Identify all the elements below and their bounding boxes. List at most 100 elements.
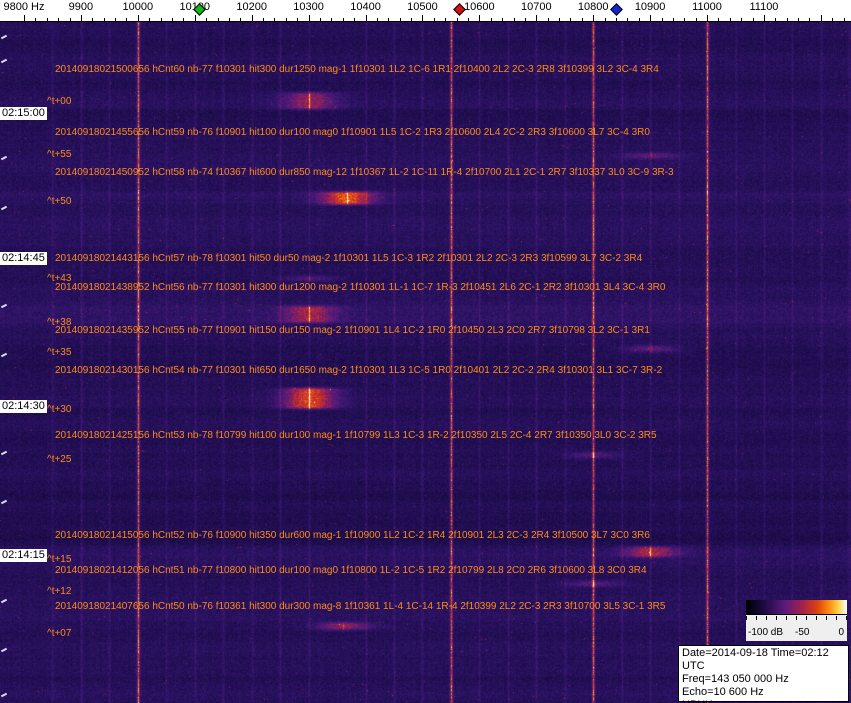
freq-tick: [138, 15, 139, 21]
freq-tick: [252, 15, 253, 21]
freq-tick: [627, 18, 628, 21]
freq-tick: [411, 18, 412, 21]
second-marker-13: ^t+30: [47, 404, 72, 415]
freq-tick: [422, 15, 423, 21]
info-frequency: Freq=143 050 000 Hz: [682, 673, 789, 685]
detection-record-18: 20140918021412056 hCnt51 nb-77 f10800 hi…: [55, 565, 647, 576]
color-scale-gradient: [746, 600, 847, 615]
freq-tick: [183, 18, 184, 21]
freq-label-10500: 10500: [407, 1, 438, 13]
freq-tick: [479, 15, 480, 21]
freq-tick: [161, 18, 162, 21]
freq-tick: [240, 18, 241, 21]
freq-tick: [172, 18, 173, 21]
frequency-axis: 9800 Hz990010000101001020010300104001050…: [0, 0, 851, 22]
legend-label-max: 0: [838, 627, 844, 638]
freq-tick: [229, 18, 230, 21]
freq-tick: [798, 18, 799, 21]
info-box: Date=2014-09-18 Time=02:12 UTC Freq=143 …: [678, 645, 849, 703]
freq-tick: [753, 18, 754, 21]
detection-record-14: 20140918021425156 hCnt53 nb-78 f10799 hi…: [55, 430, 657, 441]
freq-tick: [605, 18, 606, 21]
freq-tick: [320, 18, 321, 21]
freq-tick: [707, 15, 708, 21]
freq-label-10700: 10700: [520, 1, 552, 13]
freq-tick: [570, 18, 571, 21]
freq-tick: [331, 18, 332, 21]
detection-record-2: 20140918021455656 hCnt59 nb-76 f10901 hi…: [55, 127, 650, 138]
freq-tick: [741, 18, 742, 21]
time-label: 02:14:45: [0, 252, 47, 265]
freq-tick: [24, 15, 25, 21]
second-marker-21: ^t+07: [47, 628, 72, 639]
freq-label-10200: 10200: [236, 1, 267, 13]
freq-tick: [650, 15, 651, 21]
detection-record-0: 20140918021500656 hCnt60 nb-77 f10301 hi…: [55, 64, 659, 75]
freq-tick: [92, 18, 93, 21]
freq-tick: [525, 18, 526, 21]
freq-tick: [35, 18, 36, 21]
freq-label-11000: 11000: [692, 1, 722, 13]
color-scale-legend: -100 dB -50 0: [746, 600, 847, 641]
freq-tick: [81, 15, 82, 21]
freq-tick: [662, 18, 663, 21]
freq-tick: [377, 18, 378, 21]
freq-label-10400: 10400: [350, 1, 381, 13]
freq-tick: [400, 18, 401, 21]
freq-tick: [673, 18, 674, 21]
freq-tick: [616, 18, 617, 21]
detection-record-6: 20140918021443156 hCnt57 nb-78 f10301 hi…: [55, 253, 643, 264]
info-date-time: Date=2014-09-18 Time=02:12 UTC: [682, 647, 829, 672]
freq-tick: [206, 18, 207, 21]
freq-label-10000: 10000: [122, 1, 154, 13]
freq-tick: [126, 18, 127, 21]
freq-tick: [684, 18, 685, 21]
color-scale-ticks: [746, 616, 847, 620]
freq-tick: [354, 18, 355, 21]
freq-label-11100: 11100: [749, 1, 779, 13]
second-marker-19: ^t+12: [47, 586, 72, 597]
detection-record-10: 20140918021435952 hCnt55 nb-77 f10901 hi…: [55, 325, 650, 336]
legend-label-min: -100 dB: [748, 627, 784, 638]
freq-tick: [593, 15, 594, 21]
freq-tick: [809, 18, 810, 21]
freq-label-9900: 9900: [68, 1, 94, 13]
info-echo: Echo=10 600 Hz: [682, 686, 764, 698]
freq-tick: [764, 15, 765, 21]
detection-record-16: 20140918021415056 hCnt52 nb-76 f10900 hi…: [55, 530, 650, 541]
freq-tick: [548, 18, 549, 21]
freq-tick: [445, 18, 446, 21]
freq-tick: [536, 15, 537, 21]
freq-tick: [263, 18, 264, 21]
freq-tick: [718, 18, 719, 21]
meteor-echo-spectrogram-app: 9800 Hz990010000101001020010300104001050…: [0, 0, 851, 703]
legend-label-mid: -50: [795, 627, 810, 638]
second-marker-3: ^t+55: [47, 149, 72, 160]
freq-tick: [821, 15, 822, 21]
freq-label-10900: 10900: [634, 1, 666, 13]
time-label: 02:14:30: [0, 400, 47, 413]
freq-tick: [832, 18, 833, 21]
detection-record-12: 20140918021430156 hCnt54 nb-77 f10301 hi…: [55, 365, 663, 376]
freq-tick: [582, 18, 583, 21]
freq-tick: [844, 18, 845, 21]
freq-tick: [775, 18, 776, 21]
time-label: 02:14:15: [0, 549, 47, 562]
freq-tick: [502, 18, 503, 21]
freq-tick: [366, 15, 367, 21]
second-marker-5: ^t+50: [47, 196, 72, 207]
freq-label-10300: 10300: [293, 1, 324, 13]
freq-tick: [115, 18, 116, 21]
freq-tick: [297, 18, 298, 21]
freq-tick: [218, 18, 219, 21]
freq-tick: [696, 18, 697, 21]
freq-tick: [514, 18, 515, 21]
freq-tick: [434, 18, 435, 21]
freq-tick: [309, 15, 310, 21]
detection-record-20: 20140918021407656 hCnt50 nb-76 f10361 hi…: [55, 601, 666, 612]
second-marker-11: ^t+35: [47, 347, 72, 358]
freq-tick: [58, 18, 59, 21]
freq-tick: [730, 18, 731, 21]
second-marker-1: ^t+00: [47, 96, 72, 107]
freq-tick: [457, 18, 458, 21]
